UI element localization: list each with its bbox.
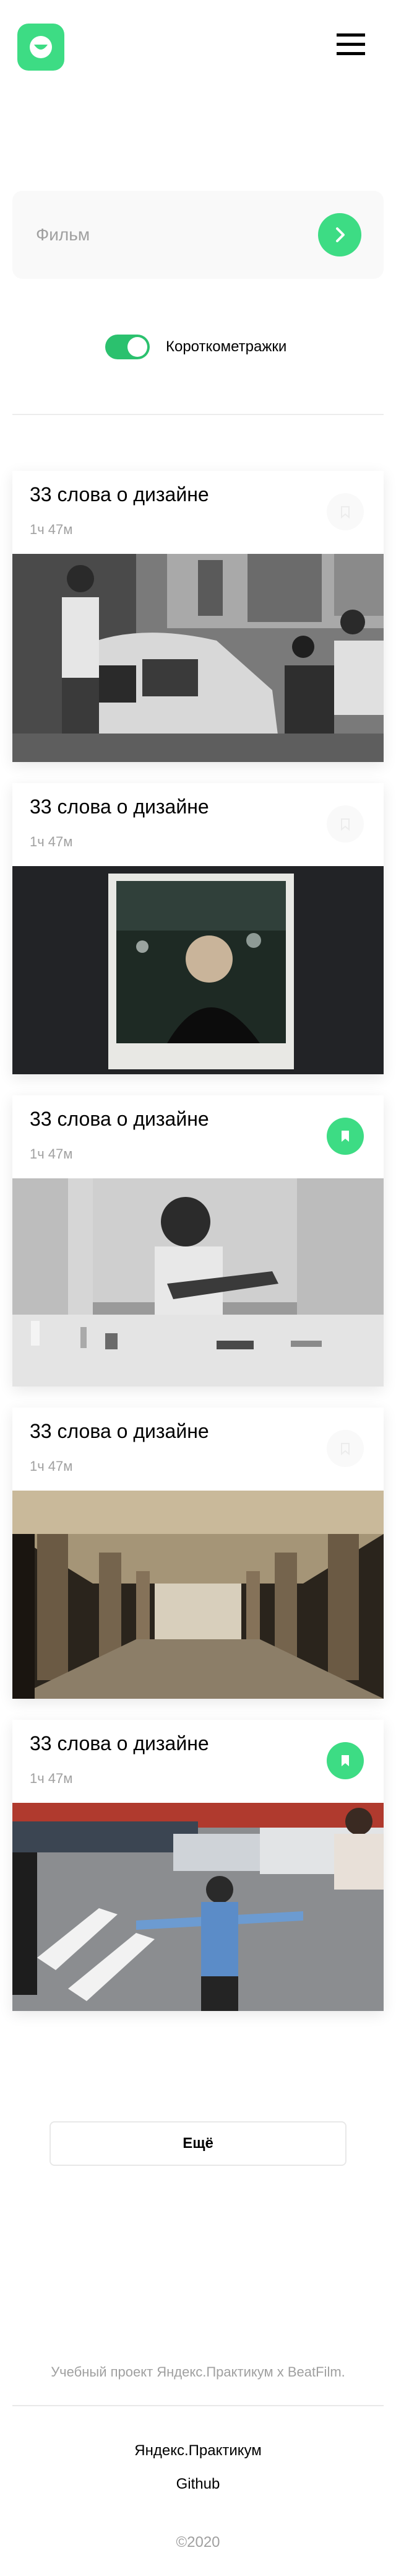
movie-poster[interactable] (12, 1491, 384, 1699)
search-divider (12, 414, 384, 415)
movie-poster[interactable] (12, 866, 384, 1074)
movie-duration: 1ч 47м (30, 522, 73, 537)
footer-link-github[interactable]: Github (0, 2476, 396, 2493)
bookmark-icon (342, 1131, 349, 1142)
shorts-toggle-label: Короткометражки (166, 338, 287, 355)
movie-duration: 1ч 47м (30, 1146, 73, 1162)
movie-title: 33 слова о дизайне (30, 1420, 209, 1442)
footer-divider (12, 2405, 384, 2406)
save-button[interactable] (327, 805, 364, 843)
copyright: ©2020 (176, 2534, 220, 2551)
saved-button[interactable] (327, 1118, 364, 1155)
save-button[interactable] (327, 493, 364, 530)
chevron-right-icon (336, 227, 345, 242)
menu-icon[interactable] (337, 32, 365, 57)
bookmark-icon (342, 1755, 349, 1766)
shorts-toggle[interactable] (105, 335, 150, 359)
movie-duration: 1ч 47м (30, 834, 73, 849)
movie-poster[interactable] (12, 1803, 384, 2011)
bookmark-icon (341, 818, 350, 831)
logo-icon[interactable] (17, 24, 64, 71)
save-button[interactable] (327, 1430, 364, 1467)
search-form (12, 191, 384, 279)
search-input[interactable] (36, 219, 296, 250)
movie-title: 33 слова о дизайне (30, 795, 209, 818)
bookmark-icon (341, 506, 350, 519)
saved-button[interactable] (327, 1742, 364, 1779)
footer-text: Учебный проект Яндекс.Практикум х BeatFi… (51, 2364, 345, 2380)
movie-poster[interactable] (12, 554, 384, 762)
movie-card: 33 слова о дизайне 1ч 47м (12, 471, 384, 762)
movie-card: 33 слова о дизайне 1ч 47м (12, 783, 384, 1074)
movie-duration: 1ч 47м (30, 1458, 73, 1474)
movie-title: 33 слова о дизайне (30, 483, 209, 506)
more-button[interactable]: Ещё (50, 2121, 346, 2166)
movie-card: 33 слова о дизайне 1ч 47м (12, 1095, 384, 1387)
search-button[interactable] (318, 213, 361, 256)
movie-title: 33 слова о дизайне (30, 1732, 209, 1755)
movie-card: 33 слова о дизайне 1ч 47м (12, 1408, 384, 1699)
movie-duration: 1ч 47м (30, 1771, 73, 1786)
movie-title: 33 слова о дизайне (30, 1108, 209, 1130)
footer-link-praktikum[interactable]: Яндекс.Практикум (0, 2442, 396, 2460)
movie-card: 33 слова о дизайне 1ч 47м (12, 1720, 384, 2011)
movie-poster[interactable] (12, 1178, 384, 1387)
bookmark-icon (341, 1443, 350, 1456)
